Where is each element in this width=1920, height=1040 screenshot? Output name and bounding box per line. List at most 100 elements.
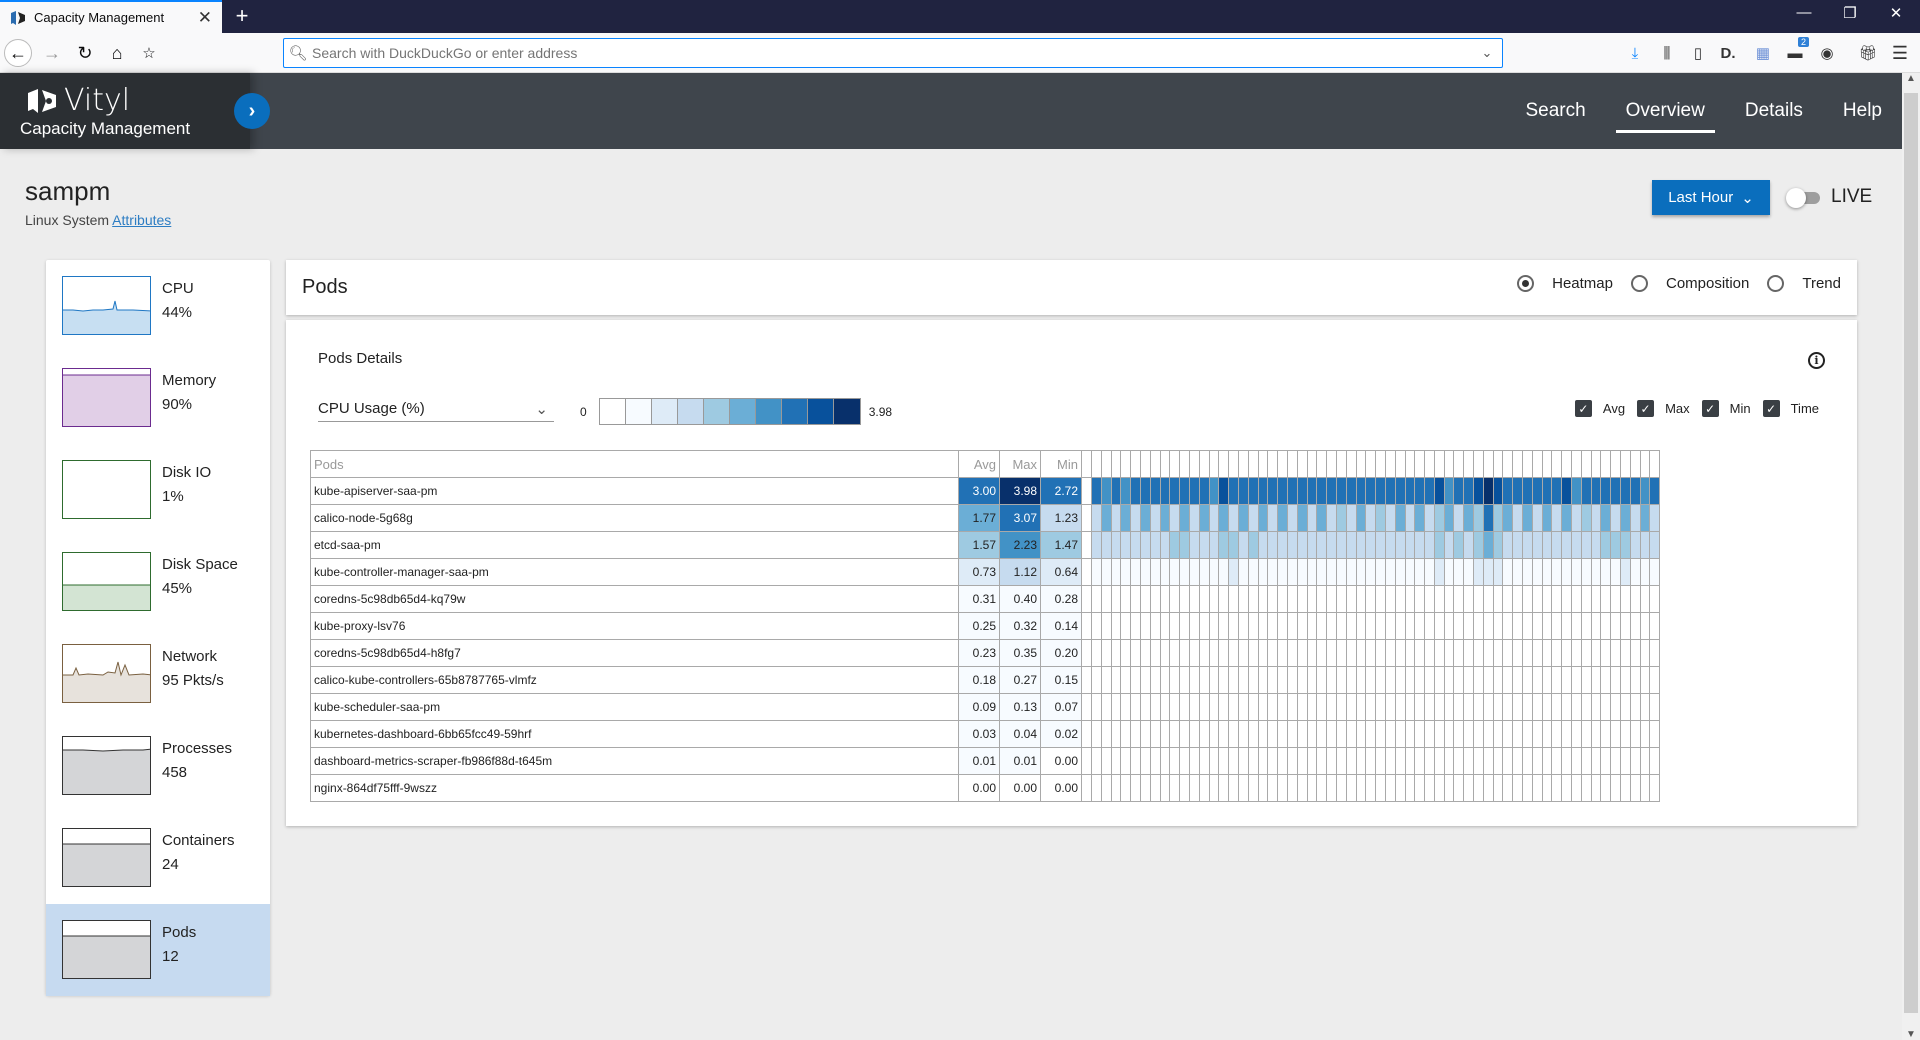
heatmap-cell[interactable] xyxy=(1571,504,1582,532)
heatmap-cell[interactable] xyxy=(1482,477,1494,505)
heatmap-cell[interactable] xyxy=(1306,504,1318,532)
heatmap-cell[interactable] xyxy=(1433,585,1445,613)
heatmap-cell[interactable] xyxy=(1620,612,1631,640)
heatmap-cell[interactable] xyxy=(1355,585,1367,613)
heatmap-cell[interactable] xyxy=(1561,558,1573,586)
heatmap-cell[interactable] xyxy=(1316,774,1328,802)
heatmap-cell[interactable] xyxy=(1453,531,1465,559)
heatmap-cell[interactable] xyxy=(1296,693,1308,721)
heatmap-cell[interactable] xyxy=(1091,504,1102,532)
heatmap-cell[interactable] xyxy=(1531,720,1543,748)
heatmap-cell[interactable] xyxy=(1492,747,1504,775)
heatmap-cell[interactable] xyxy=(1120,531,1132,559)
heatmap-cell[interactable] xyxy=(1188,558,1200,586)
heatmap-cell[interactable] xyxy=(1335,747,1347,775)
heatmap-cell[interactable] xyxy=(1208,693,1220,721)
heatmap-cell[interactable] xyxy=(1531,531,1543,559)
heatmap-cell[interactable] xyxy=(1571,612,1582,640)
heatmap-cell[interactable] xyxy=(1179,504,1190,532)
heatmap-cell[interactable] xyxy=(1188,666,1200,694)
heatmap-cell[interactable] xyxy=(1551,666,1563,694)
heatmap-cell[interactable] xyxy=(1600,639,1612,667)
heatmap-cell[interactable] xyxy=(1384,531,1396,559)
heatmap-cell[interactable] xyxy=(1149,585,1161,613)
heatmap-cell[interactable] xyxy=(1335,693,1347,721)
heatmap-cell[interactable] xyxy=(1541,612,1553,640)
heatmap-cell[interactable] xyxy=(1404,720,1416,748)
heatmap-cell[interactable] xyxy=(1414,693,1426,721)
heatmap-cell[interactable] xyxy=(1149,747,1161,775)
heatmap-cell[interactable] xyxy=(1365,585,1377,613)
heatmap-cell[interactable] xyxy=(1620,531,1631,559)
heatmap-cell[interactable] xyxy=(1179,585,1190,613)
heatmap-cell[interactable] xyxy=(1394,693,1406,721)
heatmap-cell[interactable] xyxy=(1326,504,1337,532)
heatmap-cell[interactable] xyxy=(1571,774,1582,802)
heatmap-cell[interactable] xyxy=(1110,774,1122,802)
heatmap-cell[interactable] xyxy=(1247,747,1259,775)
metric-select[interactable]: CPU Usage (%) ⌄ xyxy=(318,396,554,422)
heatmap-cell[interactable] xyxy=(1502,558,1514,586)
heatmap-cell[interactable] xyxy=(1267,747,1279,775)
heatmap-cell[interactable] xyxy=(1620,720,1631,748)
heatmap-cell[interactable] xyxy=(1208,558,1220,586)
heatmap-cell[interactable] xyxy=(1335,774,1347,802)
heatmap-cell[interactable] xyxy=(1571,477,1582,505)
heatmap-cell[interactable] xyxy=(1473,747,1484,775)
heatmap-cell[interactable] xyxy=(1169,747,1181,775)
heatmap-cell[interactable] xyxy=(1492,585,1504,613)
heatmap-cell[interactable] xyxy=(1541,639,1553,667)
heatmap-cell[interactable] xyxy=(1541,720,1553,748)
heatmap-cell[interactable] xyxy=(1522,720,1533,748)
heatmap-cell[interactable] xyxy=(1247,774,1259,802)
heatmap-cell[interactable] xyxy=(1649,747,1661,775)
heatmap-cell[interactable] xyxy=(1394,774,1406,802)
heatmap-cell[interactable] xyxy=(1443,504,1455,532)
heatmap-cell[interactable] xyxy=(1345,504,1357,532)
heatmap-cell[interactable] xyxy=(1580,612,1592,640)
heatmap-cell[interactable] xyxy=(1159,531,1171,559)
heatmap-cell[interactable] xyxy=(1306,612,1318,640)
heatmap-cell[interactable] xyxy=(1375,666,1386,694)
heatmap-cell[interactable] xyxy=(1522,585,1533,613)
heatmap-cell[interactable] xyxy=(1620,477,1631,505)
heatmap-cell[interactable] xyxy=(1561,585,1573,613)
heatmap-cell[interactable] xyxy=(1502,477,1514,505)
address-bar[interactable]: 🔍︎ ⌄ xyxy=(283,38,1503,68)
heatmap-cell[interactable] xyxy=(1620,693,1631,721)
heatmap-cell[interactable] xyxy=(1257,558,1269,586)
heatmap-cell[interactable] xyxy=(1296,477,1308,505)
heatmap-cell[interactable] xyxy=(1610,558,1622,586)
heatmap-cell[interactable] xyxy=(1629,747,1641,775)
heatmap-cell[interactable] xyxy=(1571,558,1582,586)
heatmap-cell[interactable] xyxy=(1179,612,1190,640)
table-row[interactable]: dashboard-metrics-scraper-fb986f88d-t645… xyxy=(310,747,1661,775)
heatmap-cell[interactable] xyxy=(1286,774,1298,802)
heatmap-cell[interactable] xyxy=(1110,531,1122,559)
checkbox-avg[interactable]: ✓ Avg xyxy=(1574,400,1625,417)
heatmap-cell[interactable] xyxy=(1286,747,1298,775)
heatmap-cell[interactable] xyxy=(1649,504,1661,532)
heatmap-cell[interactable] xyxy=(1629,666,1641,694)
heatmap-cell[interactable] xyxy=(1375,747,1386,775)
table-row[interactable]: kube-proxy-lsv76 0.25 0.32 0.14 xyxy=(310,612,1661,640)
heatmap-cell[interactable] xyxy=(1600,693,1612,721)
heatmap-cell[interactable] xyxy=(1198,693,1210,721)
heatmap-cell[interactable] xyxy=(1600,531,1612,559)
heatmap-cell[interactable] xyxy=(1306,558,1318,586)
time-range-dropdown[interactable]: Last Hour ⌄ xyxy=(1652,180,1770,215)
heatmap-cell[interactable] xyxy=(1355,504,1367,532)
heatmap-cell[interactable] xyxy=(1433,693,1445,721)
heatmap-cell[interactable] xyxy=(1551,558,1563,586)
heatmap-cell[interactable] xyxy=(1208,639,1220,667)
heatmap-cell[interactable] xyxy=(1541,558,1553,586)
heatmap-cell[interactable] xyxy=(1404,504,1416,532)
heatmap-cell[interactable] xyxy=(1600,477,1612,505)
heatmap-cell[interactable] xyxy=(1590,774,1602,802)
table-row[interactable]: coredns-5c98db65d4-h8fg7 0.23 0.35 0.20 xyxy=(310,639,1661,667)
heatmap-cell[interactable] xyxy=(1091,666,1102,694)
heatmap-cell[interactable] xyxy=(1375,558,1386,586)
heatmap-cell[interactable] xyxy=(1247,720,1259,748)
heatmap-cell[interactable] xyxy=(1433,504,1445,532)
heatmap-cell[interactable] xyxy=(1463,477,1475,505)
